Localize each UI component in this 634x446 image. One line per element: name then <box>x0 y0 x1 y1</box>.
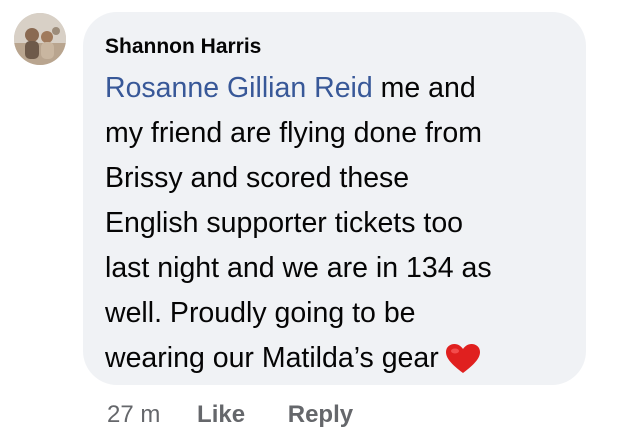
comment-line: last night and we are in 134 as <box>105 252 492 284</box>
comment-bubble: Shannon Harris Rosanne Gillian Reid me a… <box>83 12 586 385</box>
like-button[interactable]: Like <box>197 401 245 428</box>
comment-author[interactable]: Shannon Harris <box>105 34 566 60</box>
comment-line: my friend are flying done from <box>105 117 482 149</box>
comment-line: Brissy and scored these <box>105 162 410 194</box>
avatar[interactable] <box>14 13 66 65</box>
comment-actions: 27 m Like Reply <box>107 400 353 430</box>
comment-line: Rosanne Gillian Reid me and <box>105 66 565 111</box>
avatar-photo <box>14 13 66 65</box>
comment-line-rest: me and <box>372 72 476 104</box>
comment-line: well. Proudly going to be <box>105 297 416 329</box>
comment-line-text: wearing our Matilda’s gear <box>105 342 439 374</box>
mention-link[interactable]: Rosanne Gillian Reid <box>105 72 373 104</box>
comment-line: wearing our Matilda’s gear <box>105 336 565 389</box>
heart-emoji-icon <box>445 343 481 389</box>
comment-line: English supporter tickets too <box>105 207 464 239</box>
reply-button[interactable]: Reply <box>288 401 353 428</box>
comment-text: Rosanne Gillian Reid me and my friend ar… <box>105 66 565 389</box>
comment-timestamp[interactable]: 27 m <box>107 401 160 428</box>
